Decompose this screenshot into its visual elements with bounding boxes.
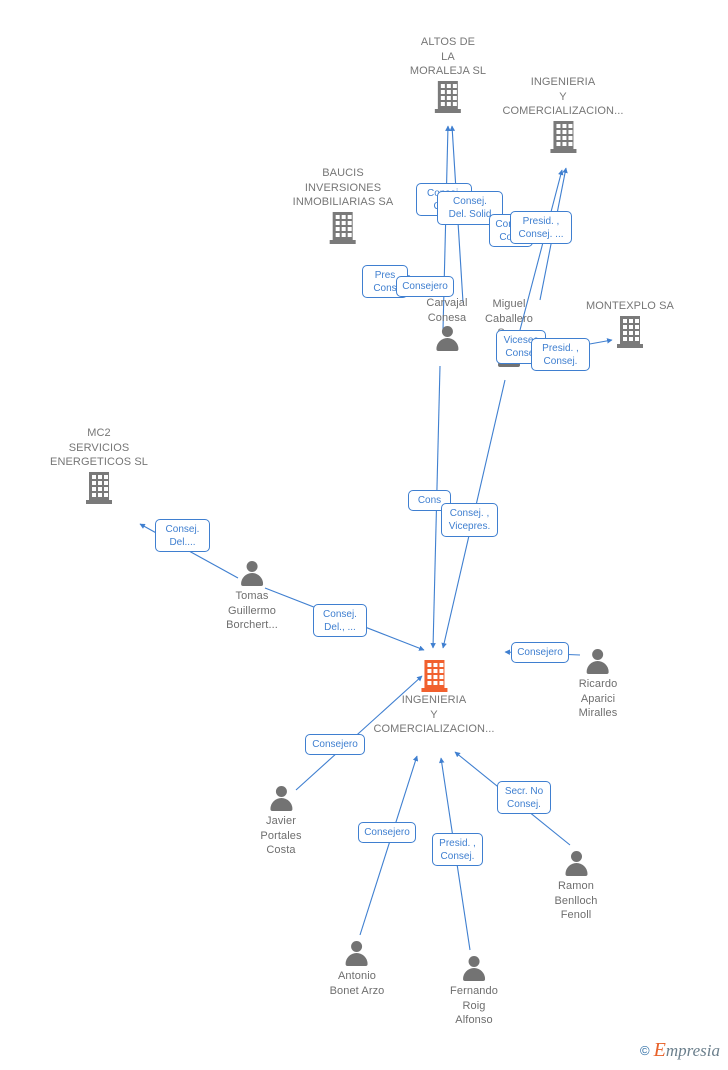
person-label-fernando: Fernando Roig Alfonso: [450, 985, 498, 1026]
person-node-carvajal[interactable]: Carvajal Conesa: [426, 295, 467, 353]
person-label-antonio: Antonio Bonet Arzo: [329, 970, 385, 997]
person-node-fernando[interactable]: Fernando Roig Alfonso: [450, 955, 498, 1028]
relation-label-l17[interactable]: Presid. , Consej.: [432, 833, 483, 866]
relation-label-l14[interactable]: Consejero: [305, 734, 365, 755]
person-node-ramon[interactable]: Ramon Benlloch Fenoll: [555, 850, 598, 923]
edge-layer: [139, 125, 613, 951]
person-label-tomas: Tomas Guillermo Borchert...: [226, 590, 278, 631]
relation-label-l8[interactable]: Presid. , Consej.: [531, 338, 590, 371]
company-label-montexplo: MONTEXPLO SA: [586, 300, 674, 312]
person-label-ricardo: Ricardo Aparici Miralles: [578, 678, 618, 719]
person-icon: [563, 850, 589, 878]
company-label-altos: ALTOS DE LA MORALEJA SL: [409, 36, 487, 77]
company-label-baucis: BAUCIS INVERSIONES INMOBILIARIAS SA: [292, 167, 394, 208]
person-icon: [239, 560, 265, 588]
person-node-javier[interactable]: Javier Portales Costa: [260, 785, 301, 858]
person-icon: [344, 940, 370, 968]
relation-label-l11[interactable]: Consej. Del....: [155, 519, 210, 552]
copyright-icon: ©: [640, 1043, 650, 1058]
relation-label-l4[interactable]: Presid. , Consej. ...: [510, 211, 572, 244]
person-icon: [434, 325, 460, 353]
person-label-javier: Javier Portales Costa: [260, 815, 302, 856]
relation-label-l12[interactable]: Consej. Del., ...: [313, 604, 367, 637]
person-label-ramon: Ramon Benlloch Fenoll: [554, 880, 598, 921]
person-icon: [461, 955, 487, 983]
diagram-canvas: ALTOS DE LA MORALEJA SL INGENIERIA Y COME…: [0, 0, 728, 1070]
company-node-mc2[interactable]: MC2 SERVICIOS ENERGETICOS SL: [50, 426, 148, 504]
company-node-ingcom_top[interactable]: INGENIERIA Y COMERCIALIZACION...: [502, 75, 623, 153]
person-node-ricardo[interactable]: Ricardo Aparici Miralles: [579, 648, 618, 721]
relation-label-l15[interactable]: Secr. No Consej.: [497, 781, 551, 814]
person-label-carvajal: Carvajal Conesa: [426, 297, 468, 324]
building-icon: [550, 120, 576, 153]
person-icon: [268, 785, 294, 813]
building-icon: [85, 471, 112, 504]
building-icon: [617, 315, 643, 348]
company-node-baucis[interactable]: BAUCIS INVERSIONES INMOBILIARIAS SA: [293, 166, 394, 244]
building-icon: [434, 80, 461, 113]
relation-label-l6[interactable]: Consejero: [396, 276, 454, 297]
company-node-montexplo[interactable]: MONTEXPLO SA: [586, 299, 674, 348]
person-node-antonio[interactable]: Antonio Bonet Arzo: [330, 940, 385, 998]
relation-label-l13[interactable]: Consejero: [511, 642, 569, 663]
empresia-logo-initial: E: [653, 1039, 666, 1061]
building-icon: [329, 211, 356, 244]
company-label-ingcom_top: INGENIERIA Y COMERCIALIZACION...: [502, 76, 624, 117]
company-label-ingcom_main: INGENIERIA Y COMERCIALIZACION...: [373, 694, 495, 735]
edge-antonio-to-ingcom_main: [359, 755, 419, 936]
person-icon: [585, 648, 611, 676]
relation-label-l10[interactable]: Consej. , Vicepres.: [441, 503, 498, 537]
empresia-logo: Empresia: [654, 1039, 720, 1062]
building-icon: [421, 660, 447, 692]
company-node-ingcom_main[interactable]: INGENIERIA Y COMERCIALIZACION...: [373, 660, 494, 737]
company-node-altos[interactable]: ALTOS DE LA MORALEJA SL: [410, 35, 486, 113]
watermark: © Empresia: [640, 1039, 720, 1062]
person-node-tomas[interactable]: Tomas Guillermo Borchert...: [226, 560, 278, 633]
company-label-mc2: MC2 SERVICIOS ENERGETICOS SL: [50, 427, 148, 468]
relation-label-l16[interactable]: Consejero: [358, 822, 416, 843]
empresia-logo-rest: mpresia: [665, 1041, 720, 1060]
